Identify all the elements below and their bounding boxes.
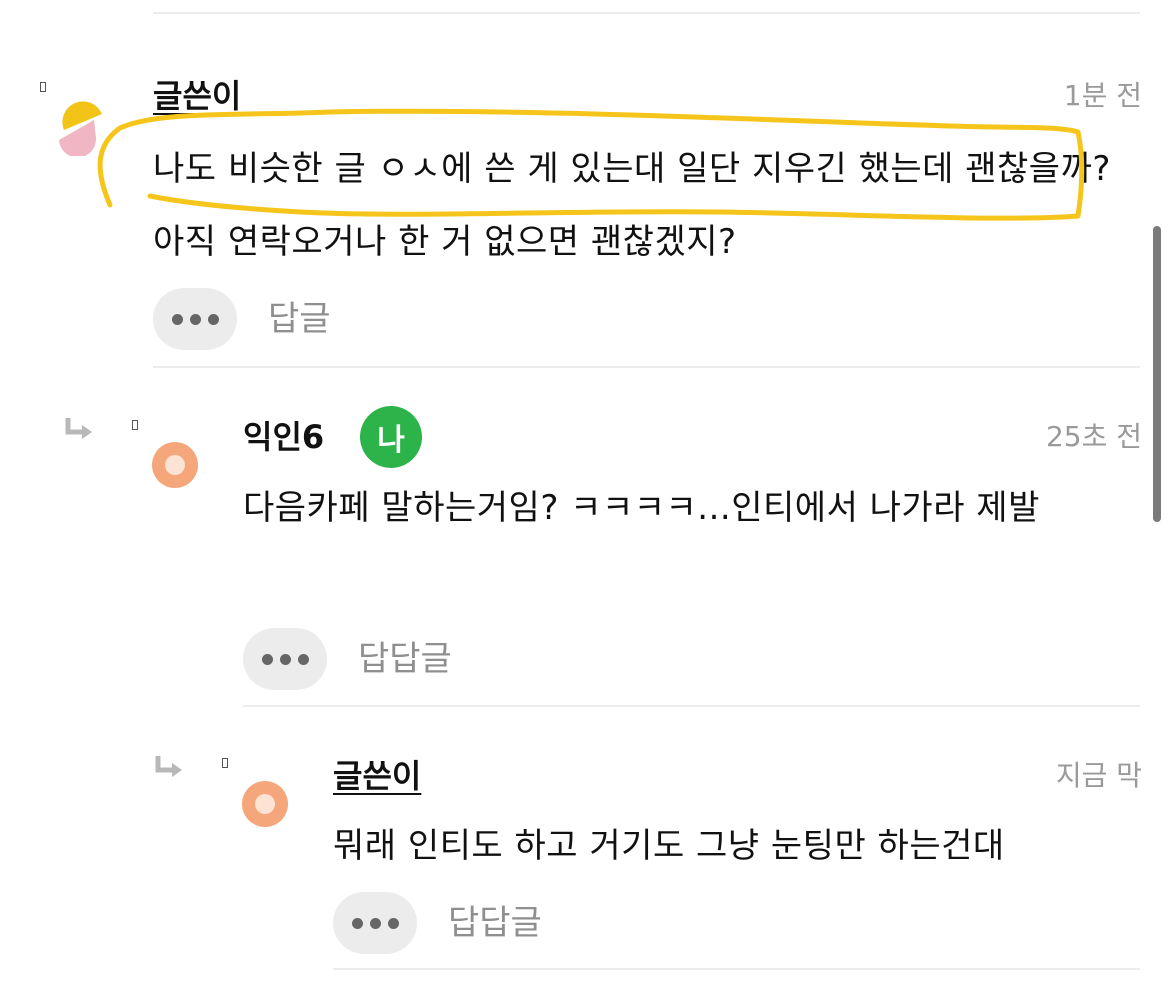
more-button[interactable]: [153, 288, 237, 350]
comment-time: 지금 막: [1055, 759, 1142, 792]
comment-text: 뭐래 인티도 하고 거기도 그냥 눈팅만 하는건대: [333, 826, 1005, 866]
avatar: [56, 100, 104, 158]
reply-arrow-icon: [155, 756, 182, 777]
scrollbar[interactable]: [1153, 226, 1161, 522]
my-comment-badge: 나: [360, 406, 422, 468]
select-checkbox[interactable]: [40, 82, 46, 92]
comment-divider: [243, 705, 1140, 707]
top-divider: [153, 12, 1140, 14]
more-dots-icon: [171, 313, 219, 325]
avatar: [242, 781, 288, 827]
comment-time: 1분 전: [1063, 79, 1142, 112]
reply-link[interactable]: 답글: [268, 288, 331, 350]
reply-link[interactable]: 답답글: [358, 628, 452, 690]
comment-divider: [333, 968, 1140, 970]
reply-arrow-icon: [65, 418, 92, 439]
reply-link[interactable]: 답답글: [448, 892, 542, 954]
more-button[interactable]: [243, 628, 327, 690]
comment-time: 25초 전: [1045, 420, 1142, 453]
comment-author[interactable]: 글쓴이: [153, 76, 241, 116]
comment-author[interactable]: 글쓴이: [333, 756, 421, 796]
avatar: [152, 442, 198, 488]
comment-text: 나도 비슷한 글 ㅇㅅ에 쓴 게 있는대 일단 지우긴 했는데 괜찮을까? 아직…: [153, 149, 1111, 262]
select-checkbox[interactable]: [222, 758, 228, 768]
select-checkbox[interactable]: [132, 420, 138, 430]
more-button[interactable]: [333, 892, 417, 954]
comment-text: 다음카페 말하는거임? ㅋㅋㅋㅋ...인티에서 나가라 제발: [243, 488, 1040, 528]
more-dots-icon: [261, 653, 309, 665]
comment-author[interactable]: 익인6: [243, 417, 324, 457]
comment-divider: [153, 366, 1140, 368]
more-dots-icon: [351, 917, 399, 929]
